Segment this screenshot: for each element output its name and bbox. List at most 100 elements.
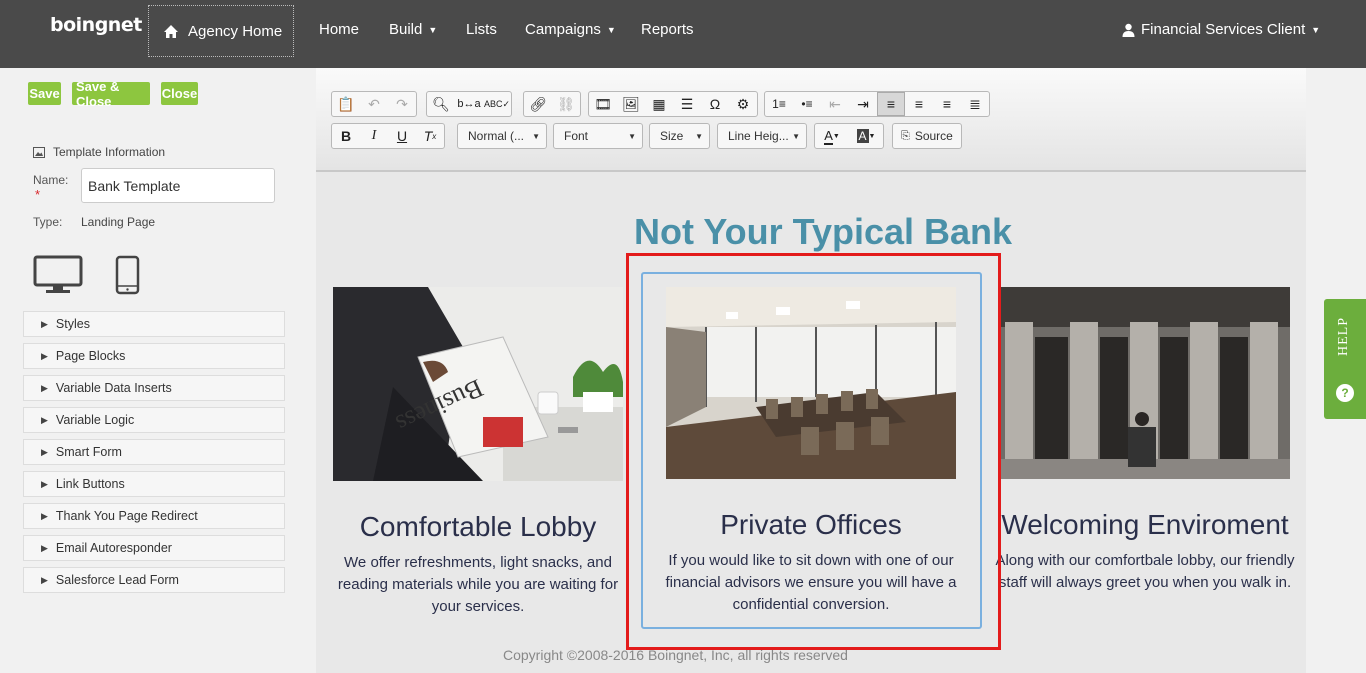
card-title-lobby[interactable]: Comfortable Lobby [333,511,623,543]
source-icon: ⎘ [901,129,910,142]
section-thank-you-page-redirect[interactable]: ▶ Thank You Page Redirect [23,503,285,529]
lobby-image: Business [333,287,623,481]
type-label: Type: [33,215,63,229]
nav-campaigns-label: Campaigns [525,21,601,38]
section-smart-form[interactable]: ▶ Smart Form [23,439,285,465]
nav-lists-label: Lists [466,21,497,38]
desktop-icon[interactable] [33,255,83,294]
line-height-select[interactable]: Line Heig... ▼ [717,123,807,149]
line-height-value: Line Heig... [728,129,789,143]
replace-icon[interactable]: b↔a [455,92,483,116]
caret-right-icon: ▶ [41,414,48,425]
clipboard-group: 📋 ↶ ↷ [331,91,417,117]
align-center-icon[interactable]: ≡ [905,92,933,116]
chevron-down-icon: ▼ [532,131,540,141]
link-group: 🔗︎ ⛓︎ [523,91,581,117]
agency-home-label: Agency Home [188,22,283,40]
outdent-icon[interactable]: ⇤ [821,92,849,116]
settings-gear-icon[interactable]: ⚙︎ [729,92,757,116]
indent-icon[interactable]: ⇥ [849,92,877,116]
background-color-icon[interactable]: A ▼ [849,124,883,148]
caret-right-icon: ▶ [41,446,48,457]
close-button[interactable]: Close [161,82,198,105]
image-icon[interactable]: 🖼︎ [617,92,645,116]
paste-icon[interactable]: 📋 [332,92,360,116]
unlink-icon[interactable]: ⛓︎ [552,92,580,116]
size-select[interactable]: Size ▼ [649,123,710,149]
text-style-group: B I U Tx [331,123,445,149]
remove-format-icon[interactable]: Tx [416,124,444,148]
special-character-icon[interactable]: Ω [701,92,729,116]
caret-right-icon: ▶ [41,318,48,329]
section-variable-logic[interactable]: ▶ Variable Logic [23,407,285,433]
format-select-value: Normal (... [468,129,525,143]
section-page-blocks[interactable]: ▶ Page Blocks [23,343,285,369]
boingnet-logo[interactable]: boingnet [50,14,142,36]
save-close-button[interactable]: Save & Close [72,79,150,109]
source-button[interactable]: ⎘ Source [892,123,962,149]
section-label: Styles [55,317,90,331]
format-select[interactable]: Normal (... ▼ [457,123,547,149]
section-salesforce-lead-form[interactable]: ▶ Salesforce Lead Form [23,567,285,593]
card-title-environment[interactable]: Welcoming Enviroment [997,509,1293,541]
font-select[interactable]: Font ▼ [553,123,643,149]
nav-home[interactable]: Home [319,21,359,38]
card-body-lobby[interactable]: We offer refreshments, light snacks, and… [328,552,628,618]
help-question-icon: ? [1336,384,1354,402]
video-icon[interactable]: 🎞︎ [589,92,617,116]
insert-group: 🎞︎ 🖼︎ ▦ ☰ Ω ⚙︎ [588,91,758,117]
nav-build-label: Build [389,21,423,38]
save-button[interactable]: Save [28,82,61,105]
section-label: Email Autoresponder [55,541,172,555]
text-color-icon[interactable]: A ▼ [815,124,849,148]
table-icon[interactable]: ▦ [645,92,673,116]
agency-home-button[interactable]: Agency Home [148,5,294,57]
card-body-environment[interactable]: Along with our comfortbale lobby, our fr… [995,550,1295,594]
numbered-list-icon[interactable]: 1≡ [765,92,793,116]
justify-icon[interactable]: ≣ [961,92,989,116]
page-title[interactable]: Not Your Typical Bank [634,211,1012,253]
mobile-icon[interactable] [115,255,140,295]
section-link-buttons[interactable]: ▶ Link Buttons [23,471,285,497]
home-icon [164,24,178,38]
editor-toolbar: 📋 ↶ ↷ 🔍︎ b↔a ABC✓ 🔗︎ ⛓︎ 🎞︎ 🖼︎ ▦ ☰ Ω ⚙︎ 1… [316,68,1306,172]
source-label: Source [914,129,953,143]
section-label: Smart Form [55,445,122,459]
lobby-photo[interactable]: Business [333,287,623,481]
caret-right-icon: ▶ [41,510,48,521]
template-name-input[interactable]: Bank Template [81,168,275,203]
link-icon[interactable]: 🔗︎ [524,92,552,116]
section-email-autoresponder[interactable]: ▶ Email Autoresponder [23,535,285,561]
section-variable-data-inserts[interactable]: ▶ Variable Data Inserts [23,375,285,401]
underline-icon[interactable]: U [388,124,416,148]
image-icon [33,147,45,158]
section-label: Variable Logic [55,413,135,427]
section-styles[interactable]: ▶ Styles [23,311,285,337]
nav-build[interactable]: Build ▼ [389,21,437,38]
caret-right-icon: ▶ [41,542,48,553]
bold-icon[interactable]: B [332,124,360,148]
account-menu[interactable]: Financial Services Client ▼ [1122,21,1320,38]
caret-right-icon: ▶ [41,382,48,393]
section-label: Variable Data Inserts [55,381,172,395]
user-icon [1122,23,1135,37]
nav-campaigns[interactable]: Campaigns ▼ [525,21,616,38]
nav-reports[interactable]: Reports [641,21,694,38]
chevron-down-icon: ▼ [606,24,616,35]
paragraph-group: 1≡ •≡ ⇤ ⇥ ≡ ≡ ≡ ≣ [764,91,990,117]
bulleted-list-icon[interactable]: •≡ [793,92,821,116]
italic-icon[interactable]: I [360,124,388,148]
nav-lists[interactable]: Lists [466,21,497,38]
align-right-icon[interactable]: ≡ [933,92,961,116]
align-left-icon[interactable]: ≡ [877,92,905,116]
account-name: Financial Services Client [1141,21,1306,38]
horizontal-line-icon[interactable]: ☰ [673,92,701,116]
environment-photo[interactable] [1000,287,1290,479]
redo-icon[interactable]: ↷ [388,92,416,116]
undo-icon[interactable]: ↶ [360,92,388,116]
spellcheck-icon[interactable]: ABC✓ [483,92,511,116]
find-icon[interactable]: 🔍︎ [427,92,455,116]
caret-right-icon: ▶ [41,478,48,489]
help-tab[interactable]: HELP ? [1324,299,1366,419]
help-label: HELP [1336,317,1351,356]
